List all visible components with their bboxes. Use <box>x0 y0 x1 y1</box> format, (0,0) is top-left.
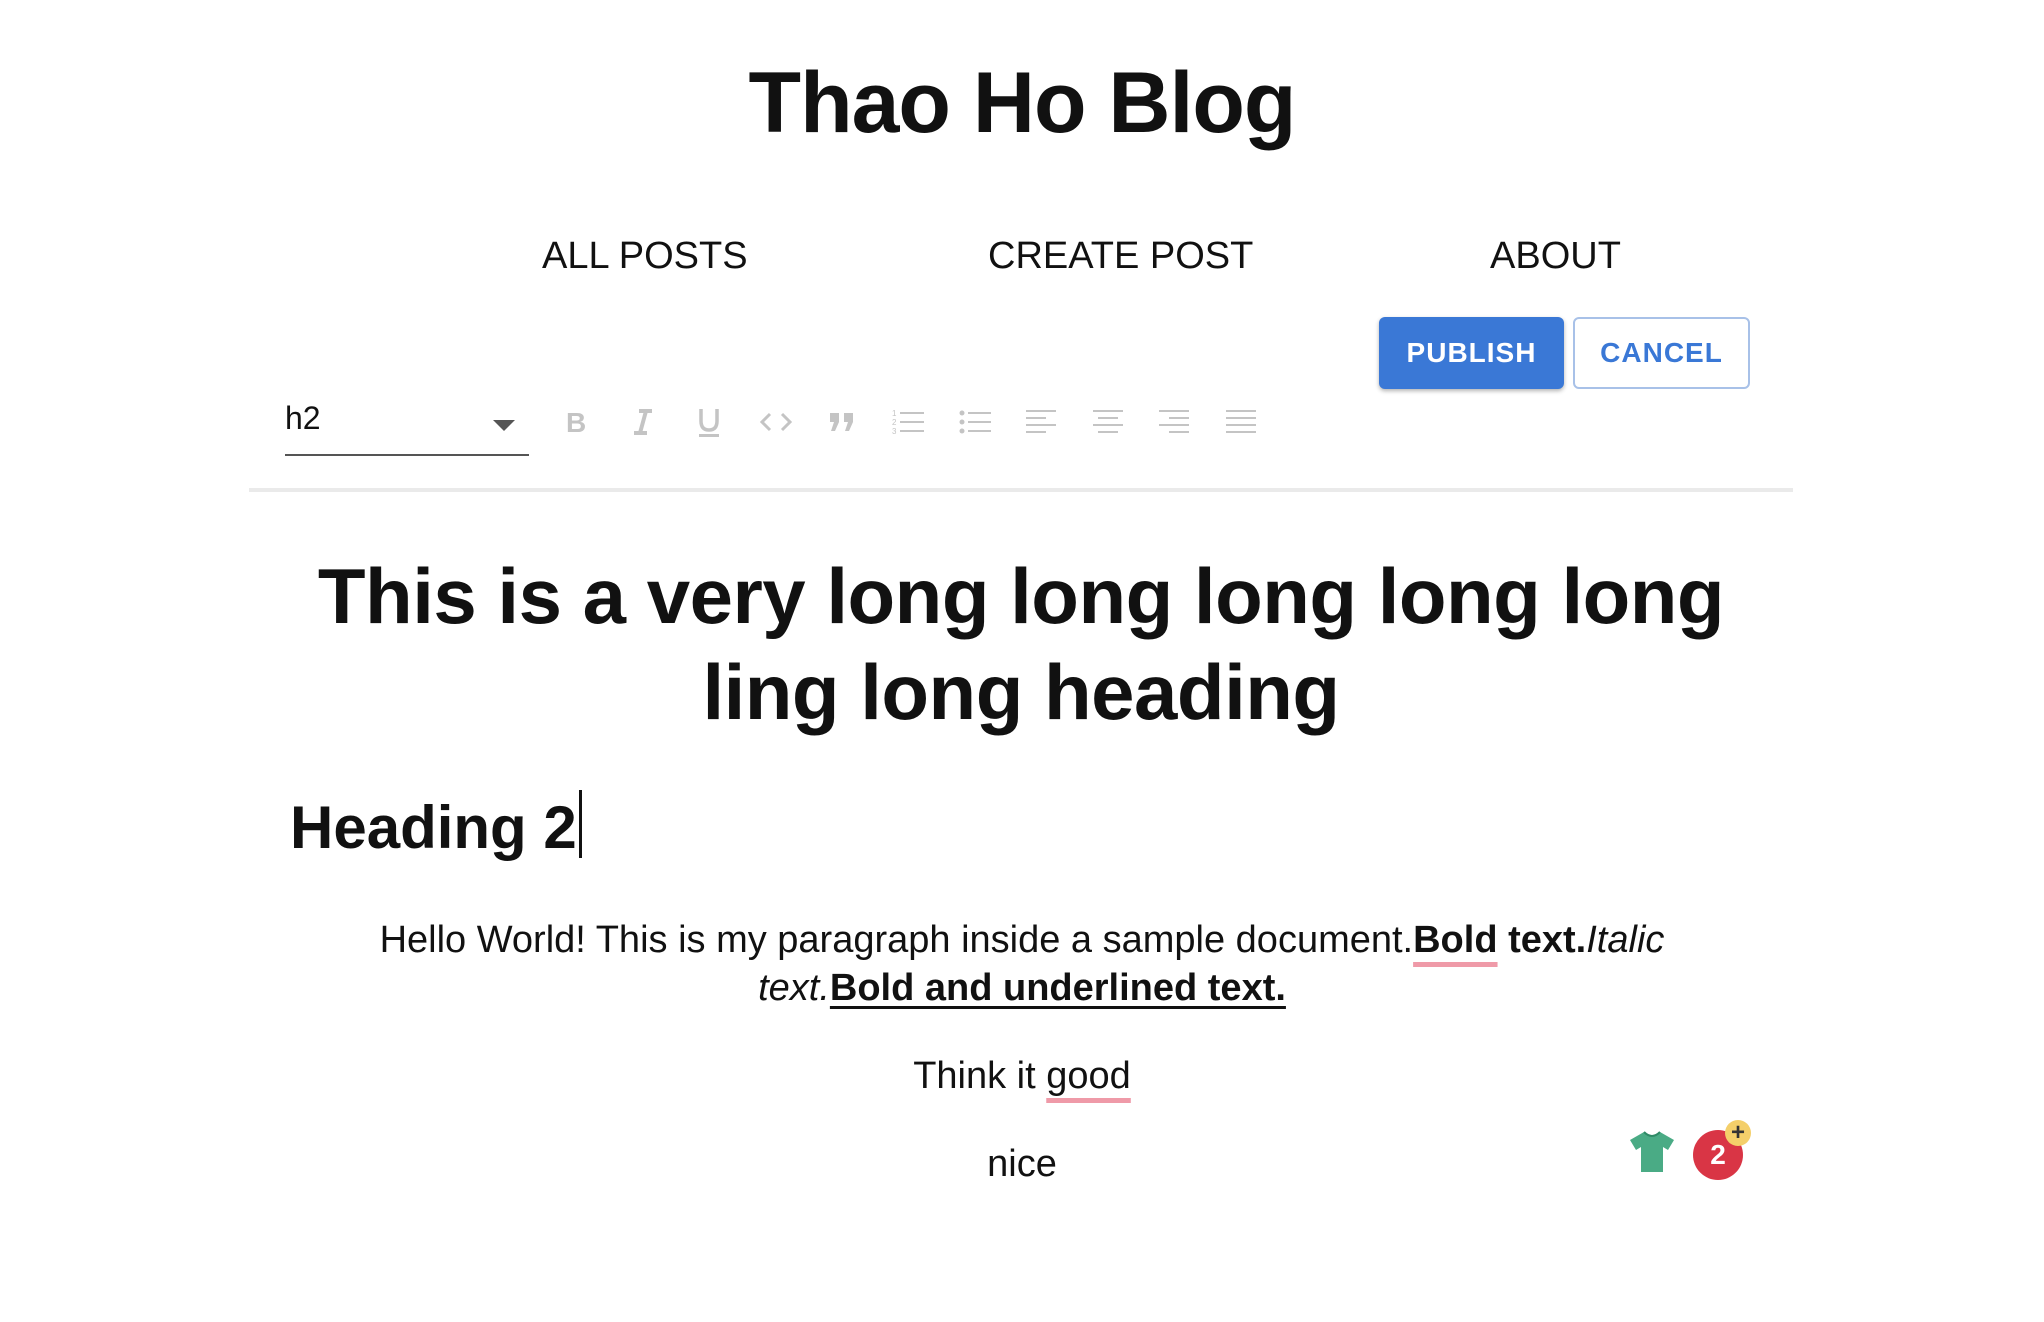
align-right-icon[interactable] <box>1149 400 1199 444</box>
quote-icon[interactable] <box>817 400 867 444</box>
align-justify-icon[interactable] <box>1216 400 1266 444</box>
nav-about[interactable]: ABOUT <box>1490 226 1621 286</box>
editor-heading-1[interactable]: This is a very long long long long long … <box>249 548 1793 740</box>
site-title: Thao Ho Blog <box>748 55 1297 151</box>
svg-text:1: 1 <box>892 409 897 418</box>
unordered-list-icon[interactable] <box>950 400 1000 444</box>
caret-down-icon <box>493 420 515 431</box>
paragraph-bold-rest: text. <box>1497 919 1587 961</box>
cancel-button[interactable]: CANCEL <box>1573 317 1750 389</box>
heading-2-text: Heading 2 <box>290 794 577 861</box>
svg-text:2: 2 <box>892 418 897 427</box>
paragraph-bold-word: Bold <box>1413 919 1498 961</box>
page: Thao Ho Blog ALL POSTS CREATE POST ABOUT… <box>0 0 2044 1322</box>
nav-create-post[interactable]: CREATE POST <box>988 226 1253 286</box>
paragraph-plain-text: Hello World! This is my paragraph inside… <box>379 919 1414 961</box>
code-icon[interactable] <box>751 400 801 444</box>
align-left-icon[interactable] <box>1016 400 1066 444</box>
toolbar-divider <box>249 488 1793 492</box>
line-2-text: Think it <box>913 1055 1047 1097</box>
line-2-flagged-word: good <box>1046 1055 1131 1097</box>
ordered-list-icon[interactable]: 123 <box>883 400 933 444</box>
editor-paragraph[interactable]: Hello World! This is my paragraph inside… <box>330 916 1714 1012</box>
shirt-icon[interactable] <box>1628 1128 1676 1176</box>
underline-icon[interactable] <box>684 400 734 444</box>
editor-line-2[interactable]: Think it good <box>0 1052 2044 1100</box>
block-type-value: h2 <box>285 400 321 436</box>
editor-heading-2[interactable]: Heading 2 <box>290 790 582 866</box>
italic-icon[interactable] <box>618 400 668 444</box>
svg-text:B: B <box>566 407 586 437</box>
text-cursor <box>578 790 582 858</box>
nav-all-posts[interactable]: ALL POSTS <box>542 226 748 286</box>
publish-button[interactable]: PUBLISH <box>1379 317 1564 389</box>
paragraph-bold-underlined-text: Bold and underlined text. <box>829 967 1286 1009</box>
block-type-select[interactable]: h2 <box>285 390 529 456</box>
main-nav: ALL POSTS CREATE POST ABOUT <box>0 226 2044 286</box>
plus-icon: + <box>1725 1120 1751 1146</box>
bold-icon[interactable]: B <box>551 400 601 444</box>
svg-text:3: 3 <box>892 427 897 436</box>
align-center-icon[interactable] <box>1083 400 1133 444</box>
